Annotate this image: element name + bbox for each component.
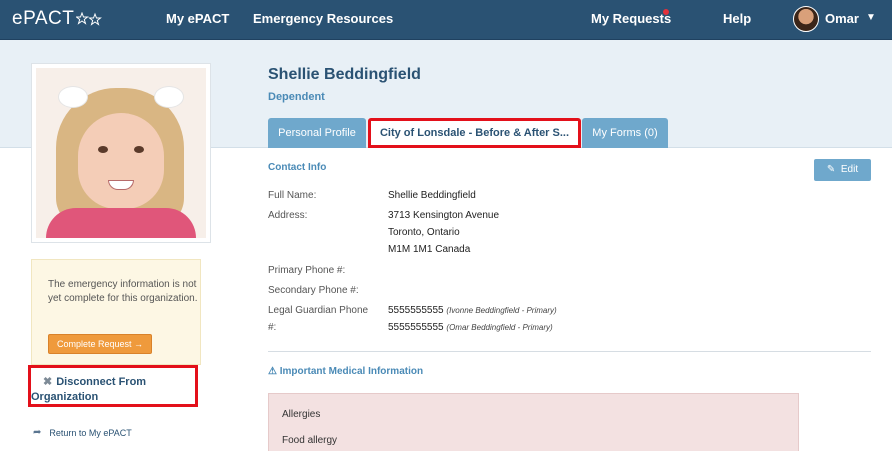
full-name-label: Full Name: — [268, 190, 317, 201]
medical-info-title: ⚠ Important Medical Information — [268, 366, 423, 377]
guardian-phone-label-line1: Legal Guardian Phone — [268, 305, 369, 316]
disconnect-from-organization-link[interactable]: ✖ Disconnect From Organization — [28, 365, 198, 407]
medical-info-title-text: Important Medical Information — [279, 366, 424, 377]
address-line1: 3713 Kensington Avenue — [388, 210, 500, 221]
nav-help[interactable]: Help — [723, 11, 751, 26]
return-to-my-epact-link[interactable]: ➦ Return to My ePACT — [33, 427, 132, 438]
top-nav: ePACT My ePACT Emergency Resources My Re… — [0, 0, 892, 40]
profile-role: Dependent — [268, 91, 325, 103]
guardian-phone-2-note: (Omar Beddingfield - Primary) — [446, 323, 553, 332]
return-link-label: Return to My ePACT — [49, 427, 132, 438]
complete-request-button[interactable]: Complete Request → — [48, 334, 152, 354]
profile-name: Shellie Beddingfield — [268, 66, 421, 83]
user-avatar[interactable] — [793, 6, 819, 32]
profile-photo-card — [31, 63, 211, 243]
address-line2: Toronto, Ontario — [388, 227, 460, 238]
section-divider — [268, 351, 871, 352]
pencil-icon: ✎ — [826, 164, 836, 175]
nav-my-epact[interactable]: My ePACT — [166, 11, 229, 26]
nav-my-requests[interactable]: My Requests — [591, 11, 671, 26]
epact-logo[interactable]: ePACT — [12, 8, 103, 30]
guardian-phone-1: 5555555555 (Ivonne Beddingfield - Primar… — [388, 305, 557, 316]
user-name[interactable]: Omar — [825, 11, 859, 26]
medical-info-box: Allergies Food allergy — [268, 393, 799, 451]
guardian-phone-2: 5555555555 (Omar Beddingfield - Primary) — [388, 322, 553, 333]
tab-personal-profile[interactable]: Personal Profile — [268, 118, 366, 148]
incomplete-warning-box: The emergency information is not yet com… — [31, 259, 201, 365]
warning-text: The emergency information is not yet com… — [48, 279, 198, 304]
tab-city-of-lonsdale[interactable]: City of Lonsdale - Before & After S... — [368, 118, 581, 148]
edit-label: Edit — [840, 164, 859, 175]
chevron-down-icon[interactable]: ▼ — [866, 12, 876, 23]
guardian-phone-1-number: 5555555555 — [388, 305, 444, 316]
guardian-phone-1-note: (Ivonne Beddingfield - Primary) — [446, 306, 557, 315]
full-name-value: Shellie Beddingfield — [388, 190, 476, 201]
guardian-phone-label-line2: #: — [268, 322, 277, 333]
address-label: Address: — [268, 210, 308, 221]
close-icon: ✖ — [43, 376, 53, 388]
primary-phone-label: Primary Phone #: — [268, 265, 346, 276]
guardian-phone-2-number: 5555555555 — [388, 322, 444, 333]
secondary-phone-label: Secondary Phone #: — [268, 285, 359, 296]
contact-info-title: Contact Info — [268, 162, 327, 173]
medical-item: Food allergy — [282, 435, 338, 446]
tab-my-forms[interactable]: My Forms (0) — [582, 118, 668, 148]
warning-triangle-icon: ⚠ — [268, 366, 277, 377]
profile-photo — [36, 68, 206, 238]
nav-emergency-resources[interactable]: Emergency Resources — [253, 11, 393, 26]
disconnect-label-line2: Organization — [31, 391, 99, 403]
edit-button[interactable]: ✎ Edit — [814, 159, 871, 181]
stars-icon — [76, 12, 103, 26]
disconnect-label-line1: Disconnect From — [56, 376, 147, 388]
medical-item: Allergies — [282, 409, 321, 420]
logo-text: ePACT — [12, 8, 75, 29]
address-line3: M1M 1M1 Canada — [388, 244, 471, 255]
share-arrow-icon: ➦ — [33, 427, 42, 438]
notification-dot — [663, 9, 669, 15]
